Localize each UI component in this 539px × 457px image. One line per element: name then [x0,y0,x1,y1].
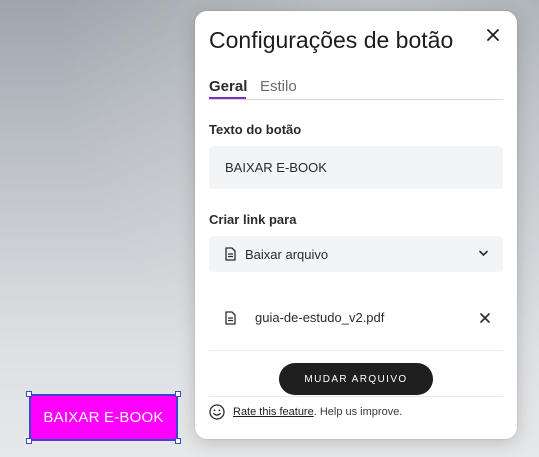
close-button[interactable] [483,25,503,45]
resize-handle-top-right[interactable] [175,391,181,397]
button-text-input[interactable]: BAIXAR E-BOOK [209,146,503,189]
canvas-download-button[interactable]: BAIXAR E-BOOK [29,394,178,441]
resize-handle-bottom-right[interactable] [175,438,181,444]
link-type-select[interactable]: Baixar arquivo [209,236,503,272]
rate-feature-link[interactable]: Rate this feature [233,406,314,418]
document-icon [225,311,236,325]
link-label: Criar link para [209,212,297,227]
feedback-row: Rate this feature . Help us improve. [209,403,402,421]
file-name: guia-de-estudo_v2.pdf [255,310,385,325]
link-type-value: Baixar arquivo [245,246,329,262]
smile-icon [209,404,225,420]
tab-geral[interactable]: Geral [209,78,247,95]
active-tab-indicator [209,97,246,99]
button-text-label: Texto do botão [209,122,302,137]
resize-handle-top-left[interactable] [26,391,32,397]
tab-estilo[interactable]: Estilo [260,78,297,95]
feedback-text: . Help us improve. [313,406,403,418]
button-settings-panel: Configurações de botão Geral Estilo Text… [195,11,517,439]
change-file-button[interactable]: MUDAR ARQUIVO [279,363,433,395]
close-icon [480,313,490,323]
footer-divider [209,396,503,397]
chevron-down-icon [479,250,488,256]
panel-title: Configurações de botão [209,27,454,53]
attached-file-row: guia-de-estudo_v2.pdf [209,298,503,351]
resize-handle-bottom-left[interactable] [26,438,32,444]
document-icon [225,247,236,261]
close-icon [487,29,499,41]
remove-file-button[interactable] [478,311,492,325]
tab-bar: Geral Estilo [209,77,503,100]
